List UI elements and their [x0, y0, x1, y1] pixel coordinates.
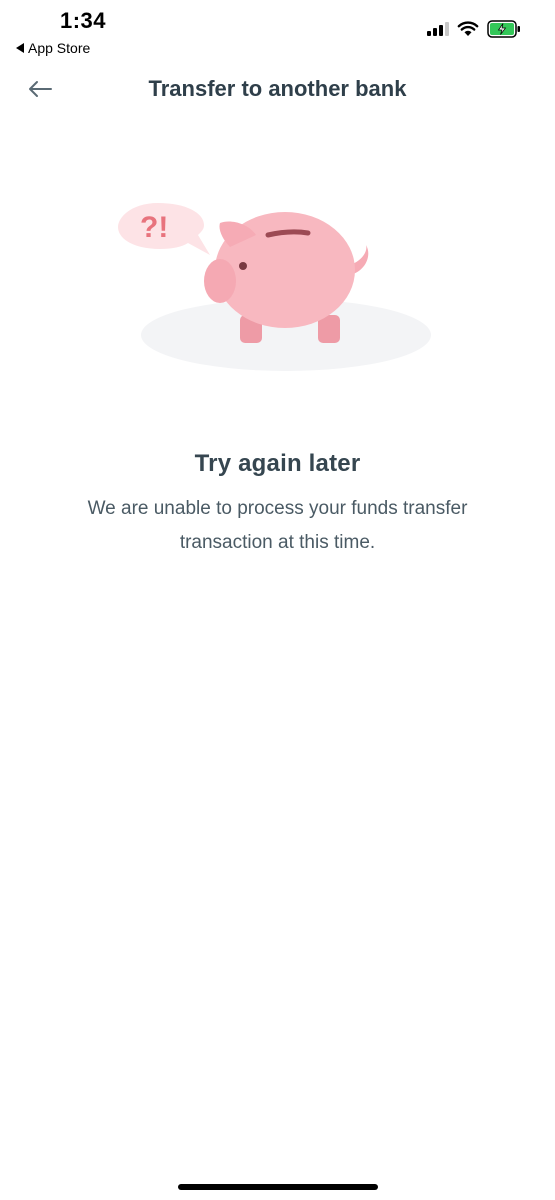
back-to-app-label: App Store — [28, 40, 91, 56]
error-body: We are unable to process your funds tran… — [40, 492, 515, 560]
piggy-bank-illustration: ?! — [110, 185, 440, 380]
nav-header: Transfer to another bank — [0, 64, 555, 116]
back-to-app-store-link[interactable]: App Store — [16, 40, 90, 56]
piggy-bank-icon: ?! — [118, 203, 431, 371]
status-bar: 1:34 App Store — [0, 0, 555, 64]
cellular-signal-icon — [427, 22, 449, 36]
error-title: Try again later — [194, 450, 361, 477]
home-indicator[interactable] — [178, 1184, 378, 1190]
status-time: 1:34 — [60, 8, 107, 33]
bubble-text: ?! — [140, 211, 168, 244]
error-body-line-2: transaction at this time. — [179, 532, 376, 553]
page-title: Transfer to another bank — [148, 76, 407, 101]
battery-charging-icon — [487, 20, 520, 38]
error-body-line-1: We are unable to process your funds tran… — [87, 498, 468, 519]
wifi-icon — [457, 21, 479, 36]
error-message: Try again later We are unable to process… — [40, 450, 515, 560]
back-triangle-icon — [16, 43, 24, 53]
status-icons — [427, 20, 521, 38]
screen: 1:34 App Store Transfer to another bank … — [0, 0, 555, 1200]
